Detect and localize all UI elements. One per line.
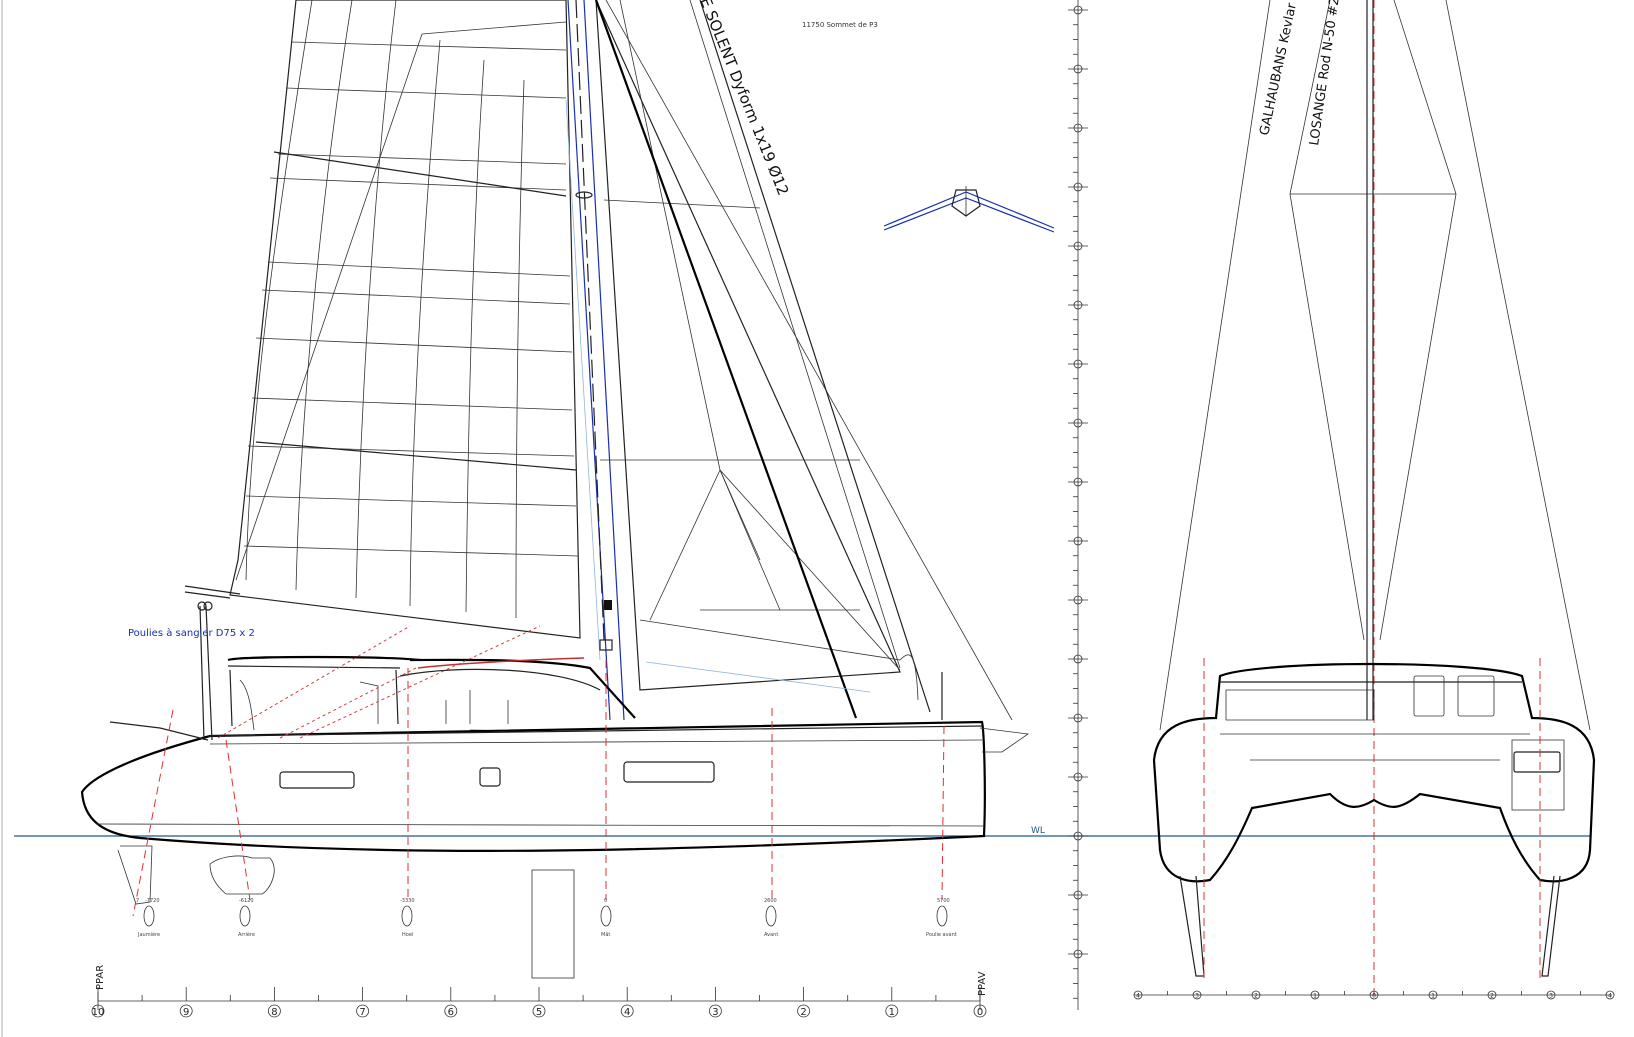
marker-mat: 0 Mât	[600, 898, 612, 938]
ppav-label: PPAV	[977, 971, 988, 996]
marker-avant: 2600 Avant	[764, 898, 778, 938]
svg-text:-3330: -3330	[400, 898, 415, 904]
front-scale-label: 1	[1431, 993, 1435, 1000]
marker-arriere: -6120 Arrière	[238, 898, 255, 938]
station-label: 2	[800, 1007, 806, 1018]
front-scale-label: 3	[1195, 993, 1199, 1000]
svg-text:Hoel: Hoel	[402, 932, 413, 938]
svg-text:Arrière: Arrière	[238, 931, 255, 938]
svg-text:-7720: -7720	[145, 898, 160, 904]
spreader-plan-detail	[883, 186, 1055, 233]
marker-jaumiere: 7 -7720 Jaumière	[136, 898, 160, 938]
front-scale-label: 0	[1372, 993, 1376, 1000]
front-scale-label: 1	[1313, 993, 1317, 1000]
svg-text:0: 0	[604, 898, 607, 904]
station-label: 9	[183, 1007, 189, 1018]
station-label: 5	[536, 1007, 542, 1018]
poulies-label: Poulies à sangler D75 x 2	[128, 627, 255, 639]
station-label: 3	[712, 1007, 718, 1018]
station-label: 1	[889, 1007, 895, 1018]
mast	[565, 0, 625, 721]
svg-text:-6120: -6120	[239, 898, 254, 904]
station-label: 10	[92, 1007, 105, 1018]
position-markers: 7 -7720 Jaumière -6120 Arrière -3330 Hoe…	[136, 898, 957, 938]
front-scale-label: 4	[1608, 993, 1612, 1000]
svg-text:Mât: Mât	[601, 931, 610, 938]
front-view: GALHAUBANS Kevlar 20T LOSANGE Rod N-50 #…	[1133, 0, 1615, 1000]
front-scale-label: 2	[1254, 993, 1258, 1000]
station-label: 0	[977, 1007, 983, 1018]
front-scale: 4 3 2 1 0 1 2 3 4	[1133, 990, 1615, 1000]
losange-label: LOSANGE Rod N-50 #22	[1307, 0, 1344, 147]
forestay-label: E SOLENT Dyform 1x19 Ø12	[696, 0, 792, 198]
station-label: 6	[448, 1007, 454, 1018]
front-scale-label: 4	[1136, 993, 1140, 1000]
side-view: WL 7 -7720 Jaumière -6120 Arrière -3330 …	[14, 0, 1590, 1018]
marker-hoel: -3330 Hoel	[400, 898, 415, 938]
station-label: 8	[271, 1007, 277, 1018]
svg-text:Jaumière: Jaumière	[137, 931, 160, 938]
front-scale-label: 2	[1490, 993, 1494, 1000]
station-label: 7	[359, 1007, 365, 1018]
mainsail	[229, 0, 581, 639]
coachroof	[227, 655, 636, 733]
height-scale	[1068, 0, 1088, 1010]
marker-poulie-avant: 5700 Poulie avant	[926, 898, 957, 938]
svg-text:5700: 5700	[937, 898, 950, 904]
svg-text:7: 7	[136, 898, 139, 904]
ppar-label: PPAR	[95, 965, 106, 990]
svg-text:Avant: Avant	[764, 932, 778, 938]
svg-text:Poulie avant: Poulie avant	[926, 932, 957, 938]
rigging-plan-drawing: WL 7 -7720 Jaumière -6120 Arrière -3330 …	[1, 0, 1615, 1037]
station-label: 4	[624, 1007, 630, 1018]
wl-label: WL	[1031, 826, 1045, 836]
front-scale-label: 3	[1549, 993, 1553, 1000]
station-scale: PPAR PPAV 10 9 8 7 6 5 4 3 2 1 0	[91, 965, 988, 1018]
galhaubans-label: GALHAUBANS Kevlar 20T	[1257, 0, 1306, 137]
top-note: 11750 Sommet de P3	[802, 21, 878, 29]
svg-text:2600: 2600	[764, 898, 777, 904]
